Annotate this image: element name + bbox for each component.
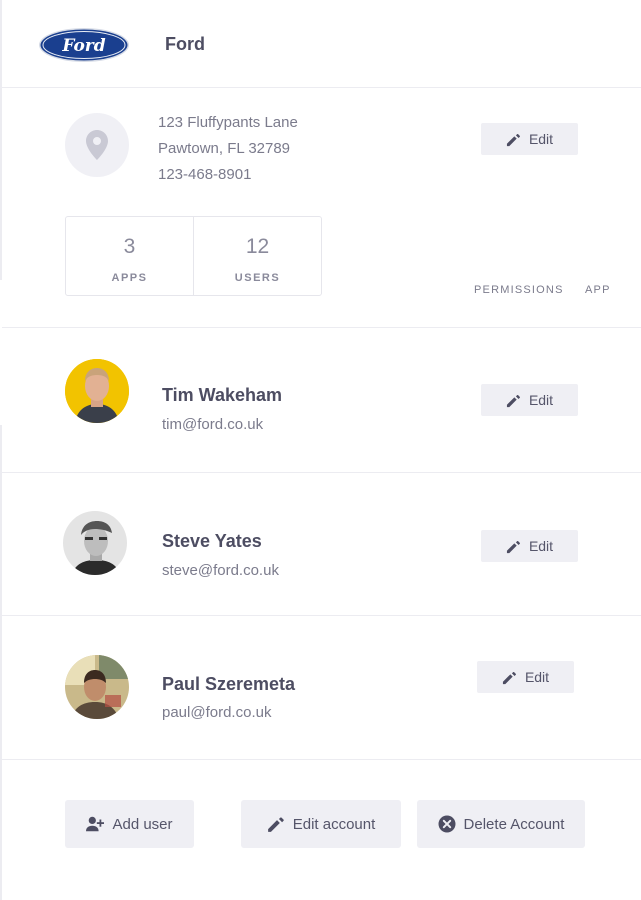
edit-user-button[interactable]: Edit [481,530,578,562]
edit-label: Edit [528,538,554,554]
map-pin-icon [86,130,108,160]
edit-address-button[interactable]: Edit [481,123,578,155]
edit-account-label: Edit account [292,815,376,833]
delete-account-label: Delete Account [463,815,565,833]
left-rule [0,0,2,280]
user-email: steve@ford.co.uk [162,562,279,579]
avatar-image [63,511,127,575]
address-phone: 123-468-8901 [158,166,252,183]
stat-value: 12 [245,235,270,258]
user-email: tim@ford.co.uk [162,416,264,433]
user-email: paul@ford.co.uk [162,704,272,721]
user-name: Paul Szeremeta [162,674,296,694]
stat-users: 12 USERS [193,217,321,295]
edit-label: Edit [528,392,554,408]
edit-user-button[interactable]: Edit [481,384,578,416]
tab-app[interactable]: APP [585,284,611,296]
edit-user-button[interactable]: Edit [477,661,574,693]
edit-label: Edit [528,131,554,147]
add-user-button[interactable]: Add user [65,800,194,848]
company-name: Ford [165,34,205,54]
pencil-icon [506,540,520,553]
divider [2,472,641,473]
add-user-label: Add user [112,815,173,833]
account-panel: Ford Ford 123 Fluffypants Lane Pawtown, … [0,0,641,900]
edit-label: Edit [524,669,550,685]
x-circle-icon [438,815,456,833]
pencil-icon [502,671,516,684]
pencil-icon [506,133,520,146]
divider [2,87,641,88]
user-name: Tim Wakeham [162,385,283,405]
address-street: 123 Fluffypants Lane [158,114,298,131]
divider [2,615,641,616]
avatar-image [65,359,129,423]
stat-value: 3 [123,235,136,258]
avatar-image [65,655,129,719]
divider [2,759,641,760]
stats-box: 3 APPS 12 USERS [65,216,322,296]
user-plus-icon [86,816,105,832]
user-name: Steve Yates [162,531,262,551]
address-city: Pawtown, FL 32789 [158,140,291,157]
avatar [65,359,129,423]
stat-label: APPS [111,272,148,284]
tab-permissions[interactable]: PERMISSIONS [474,284,564,296]
delete-account-button[interactable]: Delete Account [417,800,585,848]
avatar [63,511,127,575]
stat-apps: 3 APPS [66,217,193,295]
divider [2,327,641,328]
location-avatar [65,113,129,177]
avatar [65,655,129,719]
ford-logo: Ford [39,28,129,62]
pencil-icon [267,817,284,832]
pencil-icon [506,394,520,407]
svg-text:Ford: Ford [61,36,105,56]
left-rule [0,425,2,900]
stat-label: USERS [234,272,281,284]
edit-account-button[interactable]: Edit account [241,800,401,848]
